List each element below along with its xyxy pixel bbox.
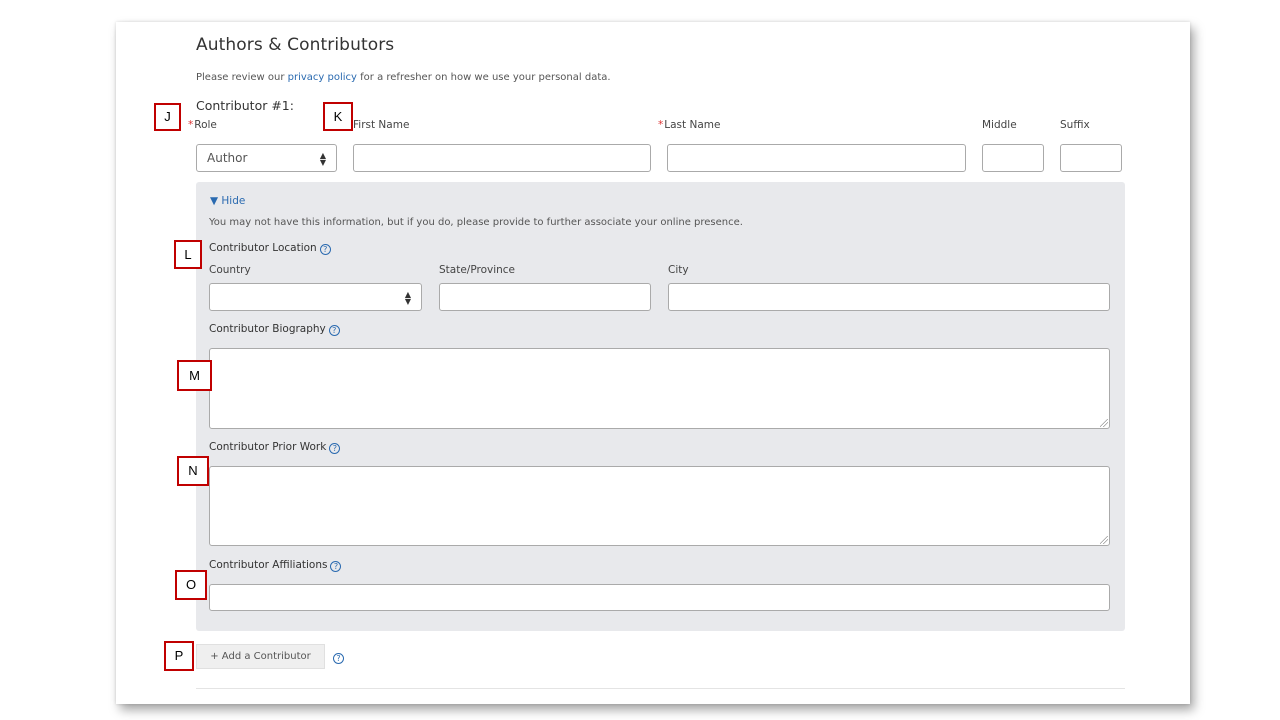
add-contributor-button[interactable]: + Add a Contributor: [196, 644, 325, 669]
biography-label: Contributor Biography?: [209, 323, 340, 336]
affiliations-label: Contributor Affiliations?: [209, 559, 342, 572]
authors-contributors-card: Authors & Contributors Please review our…: [116, 22, 1190, 704]
prior-work-label-text: Contributor Prior Work: [209, 441, 327, 453]
city-input[interactable]: [668, 283, 1110, 311]
role-select-value: Author: [207, 151, 248, 165]
required-marker: *: [188, 119, 194, 131]
divider: [196, 688, 1125, 689]
last-name-label: *Last Name: [658, 119, 720, 131]
callout-label-n: N: [177, 456, 209, 486]
role-label-text: Role: [194, 119, 217, 131]
first-name-input[interactable]: [353, 144, 651, 172]
prior-work-label: Contributor Prior Work?: [209, 441, 341, 454]
country-label: Country: [209, 264, 251, 276]
help-icon[interactable]: ?: [329, 443, 341, 454]
resize-handle-icon[interactable]: [1100, 536, 1108, 544]
select-arrows-icon: ▲ ▼: [319, 151, 326, 167]
callout-label-k: K: [323, 102, 353, 131]
callout-label-p: P: [164, 641, 194, 671]
help-icon[interactable]: ?: [333, 653, 344, 664]
affiliations-input[interactable]: [209, 584, 1110, 611]
suffix-input[interactable]: [1060, 144, 1122, 172]
biography-textarea[interactable]: [209, 348, 1110, 429]
suffix-label: Suffix: [1060, 119, 1090, 131]
middle-label: Middle: [982, 119, 1017, 131]
prior-work-textarea[interactable]: [209, 466, 1110, 546]
role-select[interactable]: Author ▲ ▼: [196, 144, 337, 172]
last-name-input[interactable]: [667, 144, 966, 172]
contributor-heading: Contributor #1:: [196, 98, 294, 113]
privacy-intro-text: Please review our privacy policy for a r…: [196, 72, 611, 83]
intro-text-after: for a refresher on how we use your perso…: [356, 72, 611, 83]
callout-label-o: O: [175, 570, 207, 600]
callout-label-l: L: [174, 240, 202, 269]
city-label: City: [668, 264, 689, 276]
country-select[interactable]: ▲ ▼: [209, 283, 422, 311]
help-icon[interactable]: ?: [319, 244, 331, 255]
required-marker: *: [658, 119, 664, 131]
privacy-policy-link[interactable]: privacy policy: [288, 72, 357, 83]
callout-label-j: J: [154, 103, 181, 131]
biography-label-text: Contributor Biography: [209, 323, 326, 335]
affiliations-label-text: Contributor Affiliations: [209, 559, 328, 571]
select-arrows-icon: ▲ ▼: [404, 290, 411, 306]
intro-text-before: Please review our: [196, 72, 288, 83]
help-icon[interactable]: ?: [328, 325, 340, 336]
location-label-text: Contributor Location: [209, 242, 317, 254]
location-label: Contributor Location?: [209, 242, 331, 255]
section-title: Authors & Contributors: [196, 35, 395, 55]
state-input[interactable]: [439, 283, 651, 311]
state-label: State/Province: [439, 264, 516, 276]
contributor-details-panel: ▼ Hide You may not have this information…: [196, 182, 1125, 631]
help-icon[interactable]: ?: [330, 561, 342, 572]
last-name-label-text: Last Name: [664, 119, 721, 131]
callout-label-m: M: [177, 360, 212, 391]
resize-handle-icon[interactable]: [1100, 419, 1108, 427]
role-label: *Role: [188, 119, 217, 131]
hide-details-toggle[interactable]: ▼ Hide: [210, 195, 245, 207]
first-name-label: First Name: [353, 119, 410, 131]
details-hint: You may not have this information, but i…: [209, 217, 743, 228]
middle-input[interactable]: [982, 144, 1044, 172]
